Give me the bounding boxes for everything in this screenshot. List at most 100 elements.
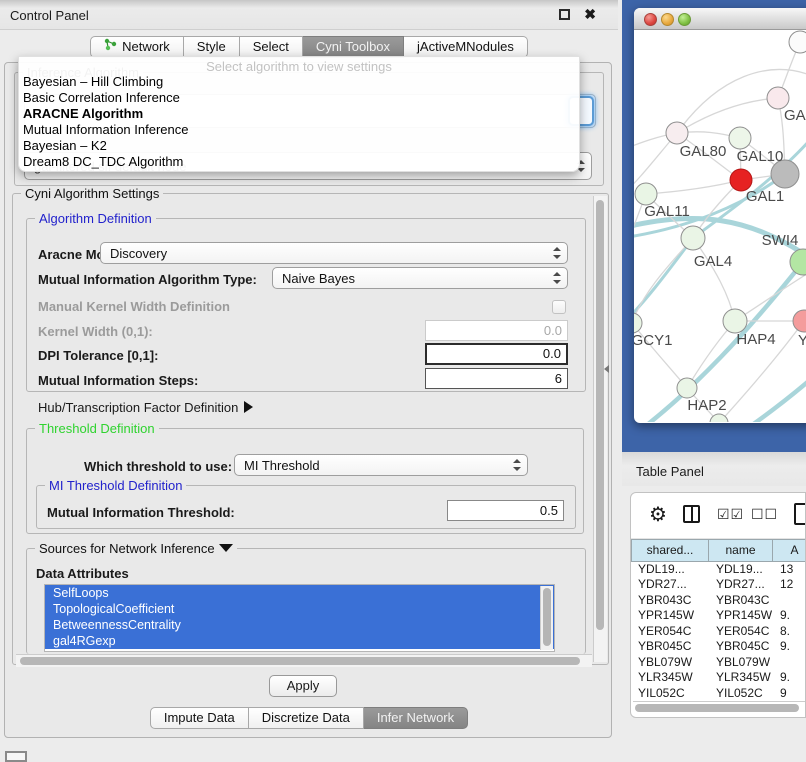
document-icon[interactable] — [794, 503, 806, 525]
network-canvas[interactable]: GALGAL80GAL10GAL1GAL11SWI4GAL4GCY1HAP4YH… — [634, 30, 806, 422]
column-header-name[interactable]: name — [709, 539, 773, 562]
table-cell[interactable]: YIL052C — [709, 686, 773, 702]
column-header-shared-[interactable]: shared... — [631, 539, 709, 562]
tab-cyni-toolbox[interactable]: Cyni Toolbox — [303, 36, 404, 58]
node-HAP2[interactable] — [677, 378, 697, 398]
table-cell[interactable]: YPR145W — [709, 608, 773, 624]
node-SWI4[interactable] — [790, 249, 806, 275]
table-cell[interactable]: 9. — [773, 608, 806, 624]
table-cell[interactable]: YBR043C — [709, 593, 773, 609]
control-panel-bottom-tabs: Impute DataDiscretize DataInfer Network — [0, 707, 618, 729]
minimize-window-icon[interactable] — [661, 13, 674, 26]
table-cell[interactable]: YBL079W — [631, 655, 709, 671]
node-GAL4[interactable] — [681, 226, 705, 250]
network-edge — [693, 238, 735, 321]
columns-icon[interactable] — [683, 505, 700, 523]
mi-algorithm-type-select[interactable]: Naive Bayes — [272, 267, 568, 289]
kernel-width-label: Kernel Width (0,1): — [38, 324, 153, 339]
scrollbar-thumb[interactable] — [20, 657, 580, 665]
node-HAP4[interactable] — [723, 309, 747, 333]
table-horizontal-scrollbar[interactable] — [633, 701, 805, 714]
node-SWI4-label: SWI4 — [762, 232, 799, 249]
table-cell[interactable] — [773, 593, 806, 609]
node-gal-cut[interactable] — [767, 87, 789, 109]
node-GCY1[interactable] — [634, 313, 642, 333]
deselect-all-checkboxes-icon[interactable]: ☐☐ — [751, 506, 778, 523]
algorithm-option-dream8-dc-tdc-algorithm[interactable]: Dream8 DC_TDC Algorithm — [19, 154, 579, 170]
data-attribute-option-gal4rgexp[interactable]: gal4RGexp — [45, 633, 554, 649]
node-HAP4-label: HAP4 — [736, 331, 775, 348]
table-row: YDL19...YDL19...13 — [631, 562, 805, 578]
close-window-icon[interactable] — [644, 13, 657, 26]
table-cell[interactable]: YBR043C — [631, 593, 709, 609]
tab-impute-data[interactable]: Impute Data — [150, 707, 249, 729]
settings-horizontal-scrollbar[interactable] — [16, 654, 592, 667]
scrollbar-thumb[interactable] — [543, 588, 551, 646]
node-GAL80[interactable] — [666, 122, 688, 144]
scrollbar-thumb[interactable] — [635, 704, 799, 712]
tab-style[interactable]: Style — [184, 36, 240, 58]
float-panel-icon[interactable] — [559, 9, 570, 20]
dpi-tolerance-field[interactable]: 0.0 — [425, 343, 568, 365]
zoom-window-icon[interactable] — [678, 13, 691, 26]
table-cell[interactable]: 12 — [773, 577, 806, 593]
minimized-panel-icon[interactable] — [5, 751, 27, 762]
aracne-mode-select[interactable]: Discovery — [100, 242, 568, 264]
node-GAL11[interactable] — [635, 183, 657, 205]
table-cell[interactable]: YIL052C — [631, 686, 709, 702]
hub-definition-toggle[interactable]: Hub/Transcription Factor Definition — [38, 400, 253, 415]
network-window-titlebar[interactable] — [634, 8, 806, 30]
apply-button[interactable]: Apply — [269, 675, 337, 697]
table-cell[interactable]: YER054C — [631, 624, 709, 640]
table-cell[interactable]: 8. — [773, 624, 806, 640]
data-attribute-option-betweennesscentrality[interactable]: BetweennessCentrality — [45, 617, 554, 633]
list-vertical-scrollbar[interactable] — [540, 586, 553, 650]
table-cell[interactable]: YPR145W — [631, 608, 709, 624]
node-top-partial[interactable] — [789, 31, 806, 53]
table-cell[interactable]: YLR345W — [709, 670, 773, 686]
gear-icon[interactable]: ⚙ — [649, 502, 667, 527]
table-cell[interactable]: 9 — [773, 686, 806, 702]
settings-vertical-scrollbar[interactable] — [593, 196, 607, 662]
node-gal-cut-label: GAL — [784, 107, 806, 124]
table-cell[interactable] — [773, 655, 806, 671]
tab-jactivemnodules[interactable]: jActiveMNodules — [404, 36, 528, 58]
which-threshold-select[interactable]: MI Threshold — [234, 454, 528, 476]
tab-select[interactable]: Select — [240, 36, 303, 58]
node-pink-right[interactable] — [793, 310, 806, 332]
table-cell[interactable]: 9. — [773, 670, 806, 686]
table-cell[interactable]: 13 — [773, 562, 806, 578]
select-all-checkboxes-icon[interactable]: ☑☑ — [717, 506, 744, 523]
table-cell[interactable]: YBR045C — [709, 639, 773, 655]
table-cell[interactable]: YBL079W — [709, 655, 773, 671]
algorithm-option-mutual-information-inference[interactable]: Mutual Information Inference — [19, 122, 579, 138]
network-icon — [104, 37, 117, 57]
splitter-collapse-arrow[interactable] — [604, 365, 609, 373]
tab-infer-network[interactable]: Infer Network — [364, 707, 468, 729]
algorithm-option-aracne-algorithm[interactable]: ARACNE Algorithm — [19, 106, 579, 122]
table-cell[interactable]: 9. — [773, 639, 806, 655]
manual-kernel-checkbox[interactable] — [552, 300, 566, 314]
data-attribute-option-topologicalcoefficient[interactable]: TopologicalCoefficient — [45, 601, 554, 617]
data-attribute-option-selfloops[interactable]: SelfLoops — [45, 585, 554, 601]
table-cell[interactable]: YBR045C — [631, 639, 709, 655]
algorithm-option-bayesian-hill-climbing[interactable]: Bayesian – Hill Climbing — [19, 74, 579, 90]
mi-steps-field[interactable]: 6 — [425, 368, 568, 389]
table-cell[interactable]: YER054C — [709, 624, 773, 640]
column-header-a[interactable]: A — [773, 539, 806, 562]
table-cell[interactable]: YDL19... — [631, 562, 709, 578]
table-cell[interactable]: YDR27... — [631, 577, 709, 593]
node-GAL10[interactable] — [729, 127, 751, 149]
kernel-width-field[interactable]: 0.0 — [425, 320, 568, 341]
tab-discretize-data[interactable]: Discretize Data — [249, 707, 364, 729]
table-cell[interactable]: YDR27... — [709, 577, 773, 593]
algorithm-option-bayesian-k2[interactable]: Bayesian – K2 — [19, 138, 579, 154]
mi-threshold-field[interactable]: 0.5 — [447, 500, 564, 521]
table-cell[interactable]: YDL19... — [709, 562, 773, 578]
table-cell[interactable]: YLR345W — [631, 670, 709, 686]
table-header-row: shared...nameA — [631, 539, 805, 562]
algorithm-option-basic-correlation-inference[interactable]: Basic Correlation Inference — [19, 90, 579, 106]
close-panel-icon[interactable]: ✖ — [584, 6, 596, 23]
scrollbar-thumb[interactable] — [596, 200, 604, 630]
tab-network[interactable]: Network — [90, 36, 184, 58]
